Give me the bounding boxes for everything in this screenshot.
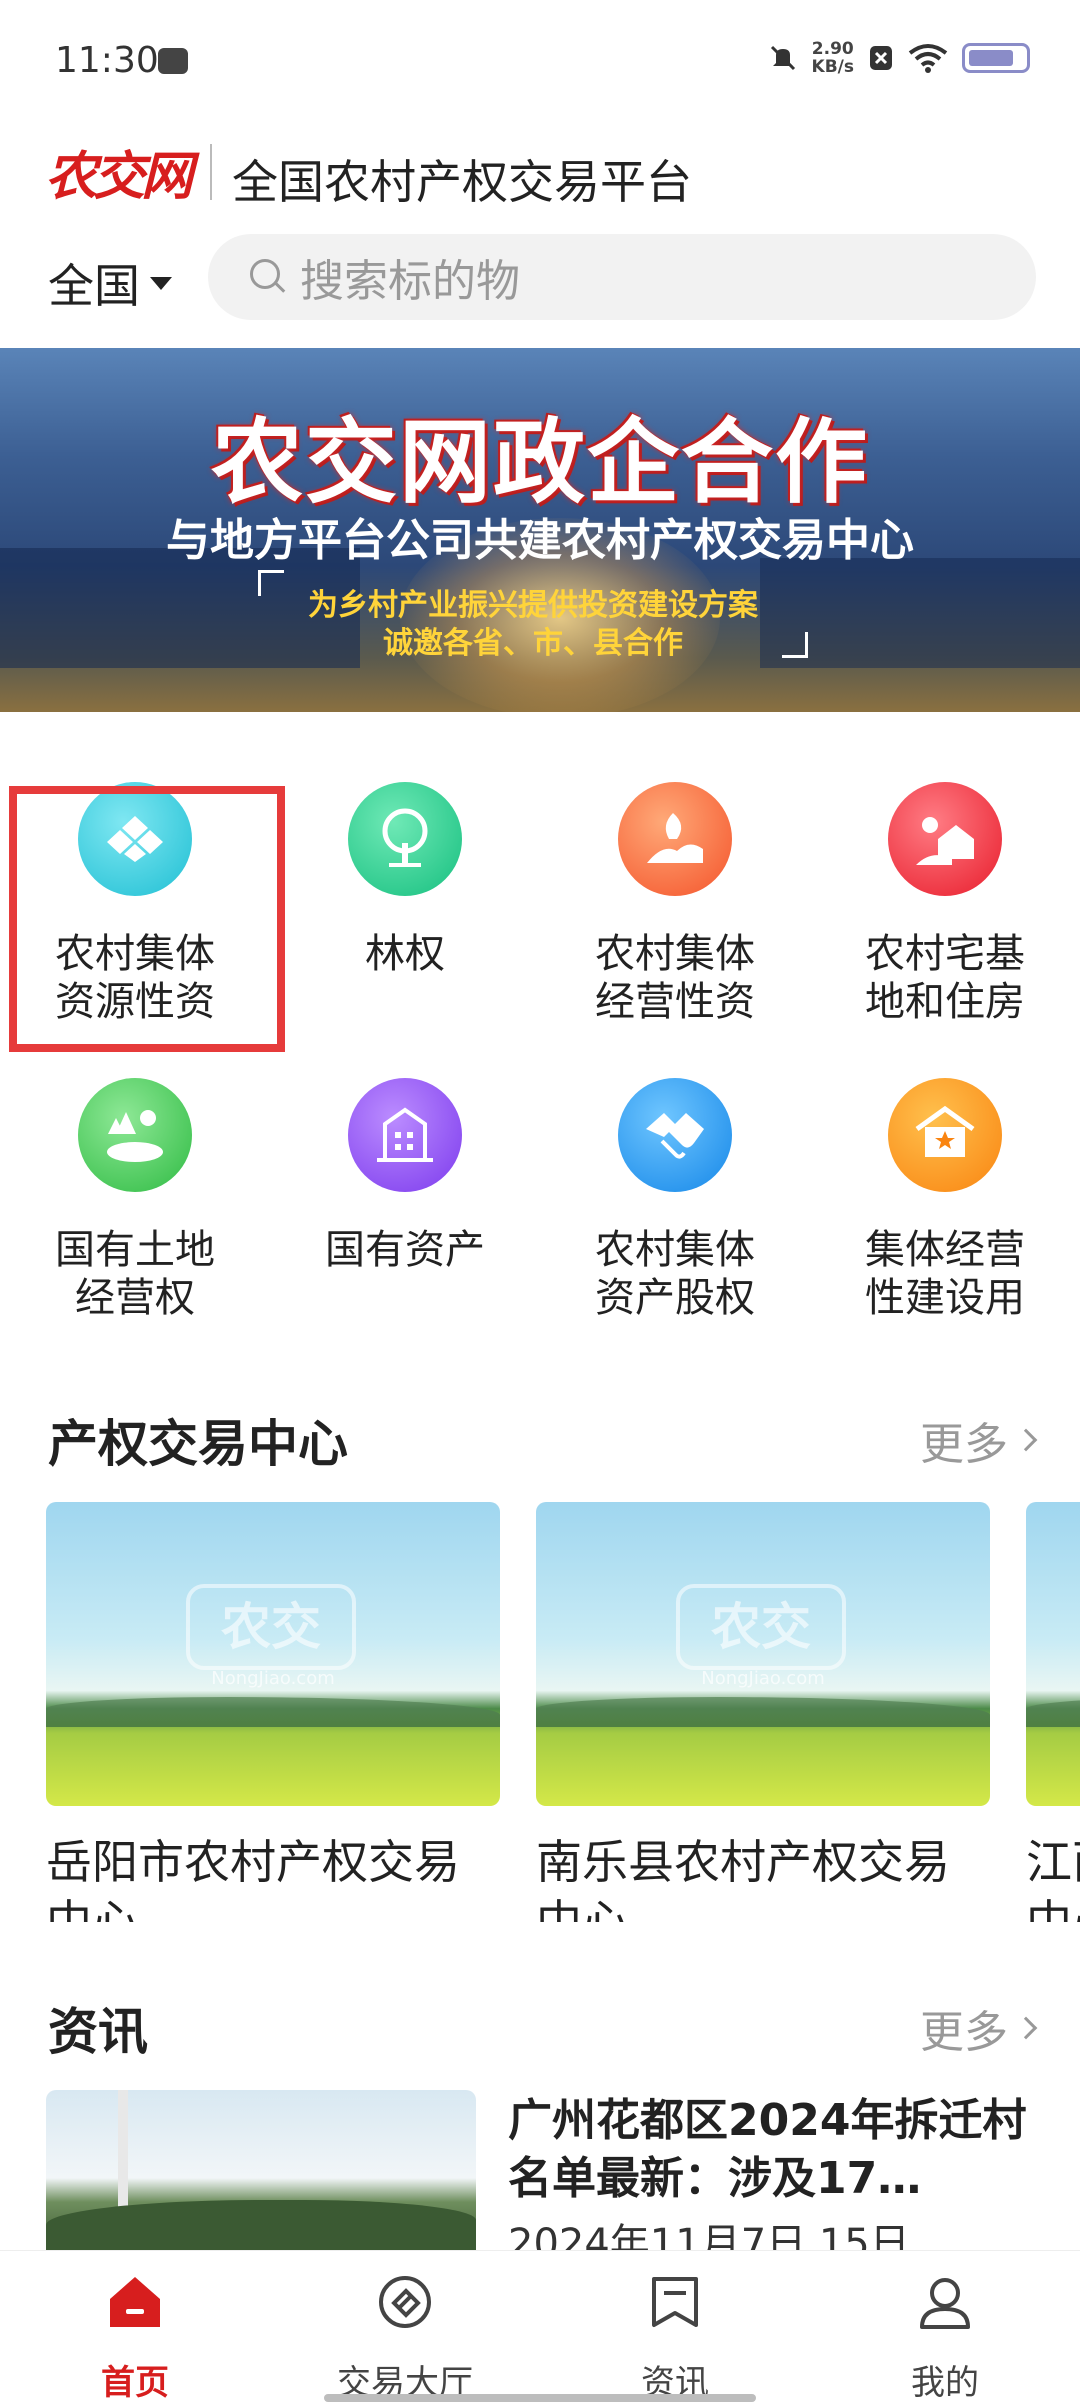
sim-off-icon xyxy=(870,46,892,70)
category-label: 农村集体资产股权 xyxy=(595,1227,755,1321)
tree-icon xyxy=(348,782,462,896)
banner-callout: 为乡村产业振兴提供投资建设方案 诚邀各省、市、县合作 xyxy=(258,570,808,661)
building-icon xyxy=(348,1078,462,1192)
category-state-assets[interactable]: 国有资产 xyxy=(270,1078,540,1368)
banner-subtitle: 与地方平台公司共建农村产权交易中心 xyxy=(166,515,914,566)
mute-icon xyxy=(770,45,795,71)
nav-label: 我的 xyxy=(911,2363,979,2403)
handshake-icon xyxy=(618,1078,732,1192)
network-speed: 2.90 KB/s xyxy=(812,40,854,76)
nav-news[interactable]: 资讯 xyxy=(540,2251,810,2408)
exchange-card[interactable]: 农交 NongJiao.com 岳阳市农村产权交易中心 xyxy=(46,1502,500,1922)
profile-icon xyxy=(920,2278,970,2329)
farmland-icon xyxy=(618,782,732,896)
wifi-icon xyxy=(908,44,948,73)
news-title[interactable]: 广州花都区2024年拆迁村名单最新：涉及17… xyxy=(508,2092,1048,2208)
watermark-logo: 农交 xyxy=(676,1584,846,1670)
chevron-right-icon xyxy=(1014,1428,1038,1452)
house-icon xyxy=(888,782,1002,896)
category-collective-equity[interactable]: 农村集体资产股权 xyxy=(540,1078,810,1368)
home-icon xyxy=(110,2277,160,2327)
logo-text: 农交网 xyxy=(45,145,193,207)
trade-hall-icon xyxy=(379,2276,431,2328)
home-indicator xyxy=(324,2394,756,2402)
dropdown-caret-icon xyxy=(150,276,172,290)
banner-background-right xyxy=(760,558,1080,668)
exchange-more-link[interactable]: 更多 xyxy=(920,1408,1038,1472)
news-more-link[interactable]: 更多 xyxy=(920,1996,1038,2060)
search-bar[interactable]: 搜索标的物 xyxy=(208,234,1036,320)
status-bar: 11:30 2.90 KB/s xyxy=(0,0,1080,120)
more-label: 更多 xyxy=(920,1419,1008,1470)
selection-highlight-box xyxy=(9,786,285,1052)
watermark-logo: 农交 xyxy=(186,1584,356,1670)
news-thumbnail[interactable] xyxy=(46,2090,476,2250)
network-speed-unit: KB/s xyxy=(811,57,854,77)
category-label: 农村集体经营性资 xyxy=(595,931,755,1025)
app-header: 农交网 全国农村产权交易平台 xyxy=(0,120,1080,220)
card-title: 南乐县农村产权交易中心 xyxy=(536,1835,950,1922)
search-icon xyxy=(250,259,286,295)
brand-logo[interactable]: 农交网 xyxy=(45,142,193,207)
category-forest-rights[interactable]: 林权 xyxy=(270,782,540,1072)
category-label: 国有资产 xyxy=(325,1227,485,1273)
banner-title: 农交网政企合作 xyxy=(210,409,869,516)
network-speed-value: 2.90 xyxy=(811,39,854,59)
news-section-title: 资讯 xyxy=(48,2003,148,2061)
nav-profile[interactable]: 我的 xyxy=(810,2251,1080,2408)
region-selector[interactable]: 全国 xyxy=(48,250,172,316)
card-image: 农交 NongJiao.com xyxy=(46,1502,500,1806)
region-label: 全国 xyxy=(48,259,140,313)
banner-line-2: 诚邀各省、市、县合作 xyxy=(383,626,683,661)
status-indicators: 2.90 KB/s xyxy=(768,40,1030,76)
exchange-card[interactable]: 农交 NongJiao.com 南乐县农村产权交易中心 xyxy=(536,1502,990,1922)
category-homestead-housing[interactable]: 农村宅基地和住房 xyxy=(810,782,1080,1072)
promo-banner[interactable]: 农交网政企合作 与地方平台公司共建农村产权交易中心 为乡村产业振兴提供投资建设方… xyxy=(0,348,1080,712)
chevron-right-icon xyxy=(1014,2016,1038,2040)
news-date: 2024年11月7日 15日 xyxy=(508,2222,910,2250)
nav-label: 首页 xyxy=(101,2363,169,2403)
category-label: 国有土地经营权 xyxy=(55,1227,215,1321)
more-label: 更多 xyxy=(920,2007,1008,2058)
watermark-text: NongJiao.com xyxy=(211,1668,335,1689)
construction-icon xyxy=(888,1078,1002,1192)
category-label: 集体经营性建设用 xyxy=(865,1227,1025,1321)
card-title: 江西省农村产权交易中心 xyxy=(1026,1835,1080,1922)
message-notification-icon xyxy=(158,48,188,74)
category-state-land-operation[interactable]: 国有土地经营权 xyxy=(0,1078,270,1368)
land-icon xyxy=(78,1078,192,1192)
search-placeholder: 搜索标的物 xyxy=(300,256,520,307)
platform-title: 全国农村产权交易平台 xyxy=(232,155,692,209)
card-image: 农交 NongJiao.com xyxy=(536,1502,990,1806)
category-collective-operating-assets[interactable]: 农村集体经营性资 xyxy=(540,782,810,1072)
status-time: 11:30 xyxy=(55,40,159,81)
exchange-card[interactable]: 江西省农村产权交易中心 xyxy=(1026,1502,1080,1922)
header-divider xyxy=(210,144,212,200)
watermark-text: NongJiao.com xyxy=(701,1668,825,1689)
category-collective-construction-land[interactable]: 集体经营性建设用 xyxy=(810,1078,1080,1368)
nav-home[interactable]: 首页 xyxy=(0,2251,270,2408)
news-icon xyxy=(652,2277,698,2327)
card-title: 岳阳市农村产权交易中心 xyxy=(46,1835,460,1922)
exchange-section-title: 产权交易中心 xyxy=(48,1415,348,1473)
bottom-navigation: 首页 交易大厅 资讯 我的 xyxy=(0,2250,1080,2408)
card-image xyxy=(1026,1502,1080,1806)
battery-icon xyxy=(962,43,1030,73)
nav-trade-hall[interactable]: 交易大厅 xyxy=(270,2251,540,2408)
category-label: 农村宅基地和住房 xyxy=(865,931,1025,1025)
category-label: 林权 xyxy=(365,931,445,977)
